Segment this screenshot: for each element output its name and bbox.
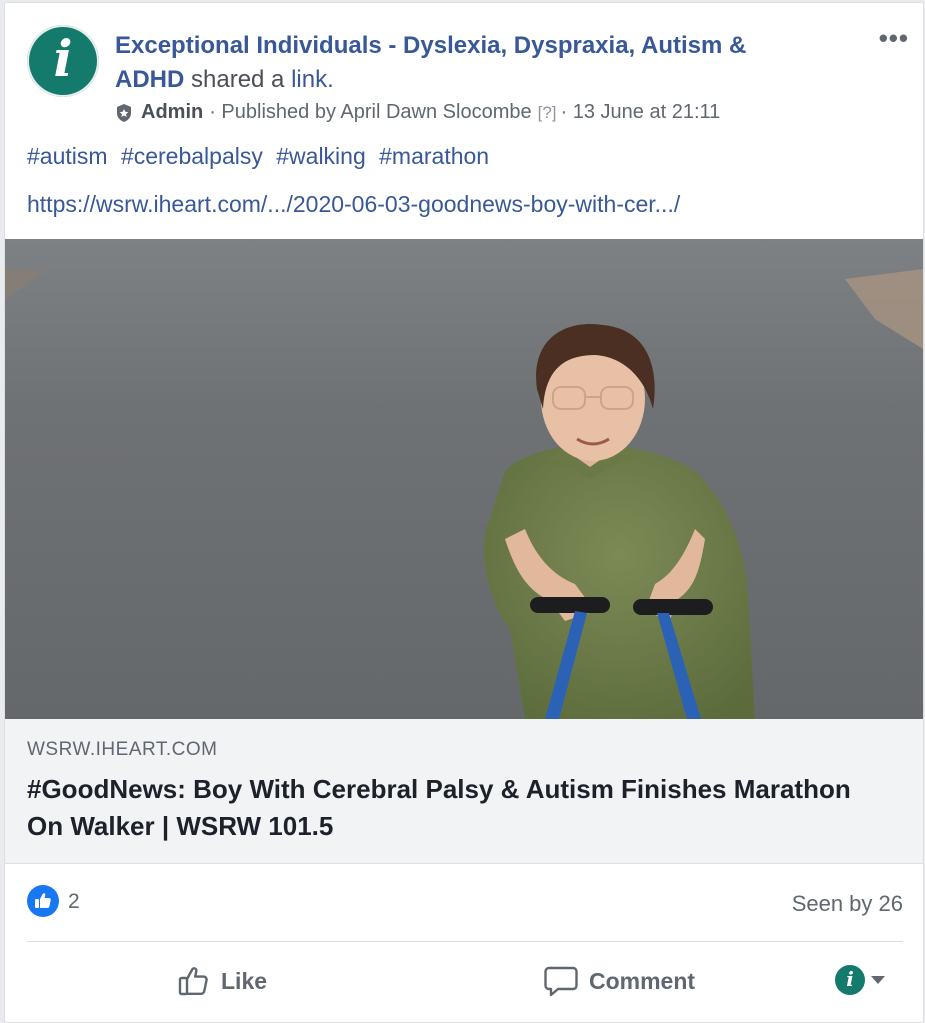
thumbs-up-glyph (35, 893, 51, 908)
page-identity-avatar: i (835, 965, 865, 995)
help-marker-link[interactable]: [?] (538, 103, 557, 123)
shared-link-word[interactable]: link. (291, 66, 334, 93)
published-by-text[interactable]: · Published by April Dawn Slocombe (209, 101, 531, 124)
shield-icon (117, 103, 131, 122)
post-card: i Exceptional Individuals - Dyslexia, Dy… (4, 2, 924, 1023)
shared-text: shared a (191, 66, 285, 93)
actions-divider (27, 941, 903, 942)
page-avatar[interactable]: i (27, 25, 99, 97)
thumbs-up-icon[interactable] (27, 885, 59, 917)
more-dots-icon: ••• (878, 23, 909, 53)
hashtag-link[interactable]: #cerebalpalsy (121, 143, 263, 169)
preview-title[interactable]: #GoodNews: Boy With Cerebral Palsy & Aut… (27, 771, 887, 845)
page-identity-selector[interactable]: i (835, 965, 885, 995)
hashtag-link[interactable]: #autism (27, 143, 108, 169)
post-actions: Like Comment i (5, 943, 923, 1022)
mini-avatar-glyph: i (846, 967, 854, 991)
like-button[interactable]: Like (177, 961, 267, 1001)
admin-badge: Admin (141, 101, 204, 123)
post-header: i Exceptional Individuals - Dyslexia, Dy… (5, 3, 923, 239)
hashtag-list: #autism #cerebalpalsy #walking #marathon (27, 143, 496, 170)
avatar-logo-glyph: i (53, 29, 73, 88)
preview-photo-illustration (5, 239, 923, 719)
post-timestamp[interactable]: · 13 June at 21:11 (561, 101, 721, 124)
hashtag-link[interactable]: #walking (276, 143, 366, 169)
comment-label: Comment (589, 967, 696, 994)
like-label: Like (221, 967, 268, 994)
reaction-count[interactable]: 2 (68, 890, 80, 914)
chevron-down-icon (871, 976, 885, 984)
thumbs-up-outline-icon (178, 967, 208, 996)
post-stats: 2 Seen by 26 (5, 865, 923, 941)
link-preview-caption[interactable]: WSRW.IHEART.COM #GoodNews: Boy With Cere… (5, 719, 923, 864)
seen-by-count[interactable]: Seen by 26 (792, 891, 903, 917)
shared-url-link[interactable]: https://wsrw.iheart.com/.../2020-06-03-g… (27, 191, 680, 218)
comment-button[interactable]: Comment (543, 961, 695, 1001)
post-meta: Admin · Published by April Dawn Slocombe… (115, 101, 720, 124)
link-preview-image[interactable] (5, 239, 923, 719)
speech-bubble-icon (544, 966, 578, 997)
more-options-button[interactable]: ••• (879, 23, 909, 54)
post-attribution: Exceptional Individuals - Dyslexia, Dysp… (115, 29, 805, 97)
preview-domain: WSRW.IHEART.COM (27, 739, 218, 760)
hashtag-link[interactable]: #marathon (379, 143, 489, 169)
